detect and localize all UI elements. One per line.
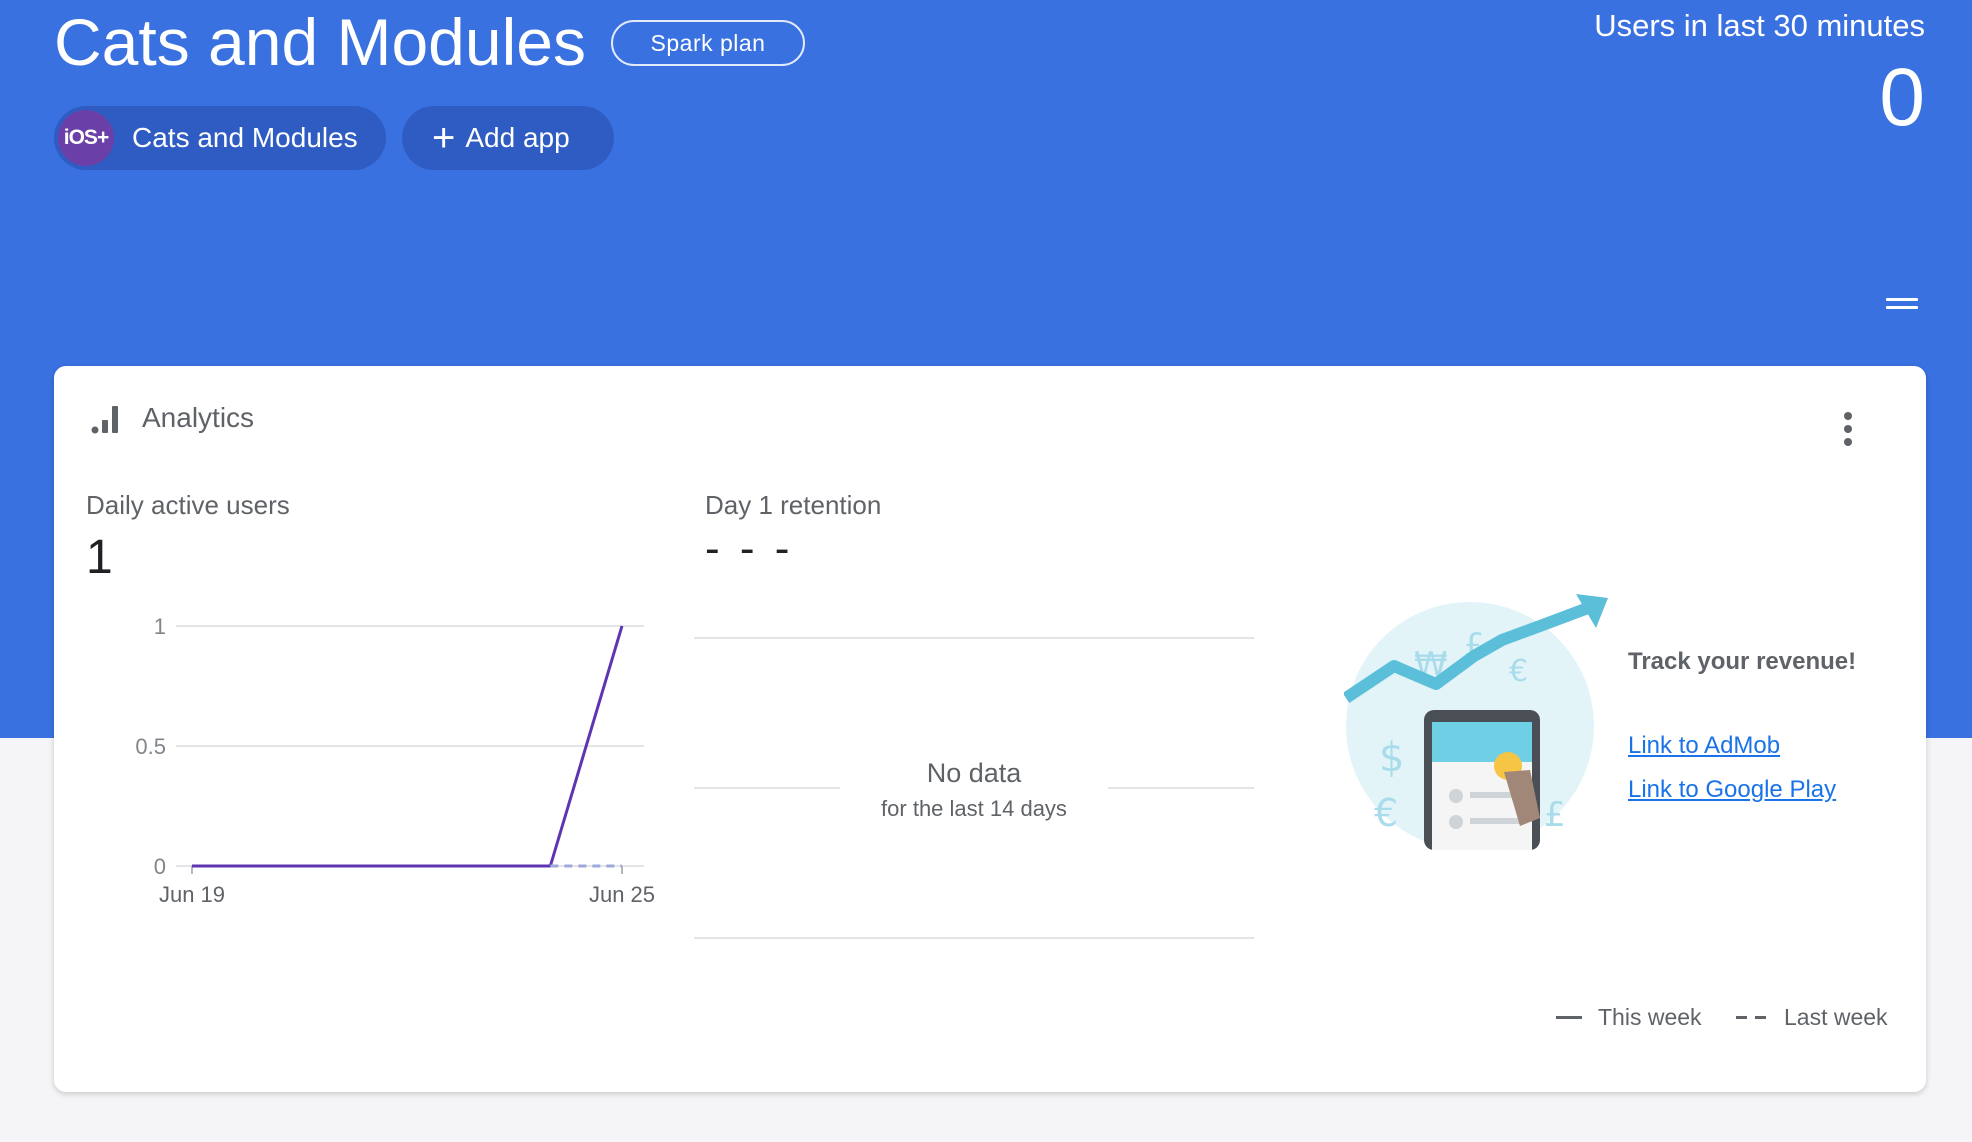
solid-line-swatch — [1556, 1016, 1582, 1019]
x-tick-label: Jun 25 — [589, 882, 655, 907]
dau-label: Daily active users — [86, 490, 290, 520]
legend-label: Last week — [1784, 1004, 1888, 1030]
revenue-illustration: ₩ £ € ¥ $ € £ — [1344, 594, 1608, 850]
svg-text:£: £ — [1544, 795, 1566, 835]
analytics-bars-icon — [91, 406, 118, 434]
y-tick-label: 1 — [154, 616, 166, 639]
no-data-title: No data — [926, 758, 1022, 788]
retention-chart-grid — [694, 637, 1254, 939]
no-data-subtitle: for the last 14 days — [881, 796, 1067, 821]
project-title: Cats and Modules — [54, 5, 586, 79]
card-title: Analytics — [142, 402, 255, 433]
more-vert-icon[interactable] — [1838, 412, 1858, 452]
ios-platform-icon: iOS+ — [58, 110, 114, 166]
y-tick-label: 0.5 — [135, 734, 166, 759]
x-tick-label: Jun 19 — [159, 882, 225, 907]
legend-label: This week — [1598, 1004, 1702, 1030]
dashed-line-swatch — [1736, 1016, 1768, 1019]
analytics-card: Analytics Daily active users 1 0 0.5 1 Jun … — [54, 366, 1926, 1092]
realtime-users-count: 0 — [1879, 52, 1925, 143]
y-tick-label: 0 — [154, 854, 166, 879]
realtime-users-label: Users in last 30 minutes — [1594, 8, 1925, 43]
add-app-label: Add app — [465, 122, 570, 153]
legend-this-week: This week — [1556, 1004, 1702, 1031]
app-chip-label: Cats and Modules — [132, 122, 358, 153]
app-chip-ios[interactable]: iOS+ Cats and Modules — [54, 106, 386, 170]
dau-line-chart: 0 0.5 1 Jun 19 Jun 25 — [135, 616, 655, 907]
plus-icon: + — [432, 116, 456, 160]
link-google-play[interactable]: Link to Google Play — [1628, 776, 1836, 804]
legend-last-week: Last week — [1736, 1004, 1888, 1031]
revenue-title: Track your revenue! — [1628, 648, 1857, 675]
svg-text:€: € — [1509, 654, 1528, 689]
dau-value: 1 — [86, 531, 113, 584]
retention-value: - - - — [705, 524, 794, 573]
svg-text:$: $ — [1379, 735, 1404, 781]
link-admob[interactable]: Link to AdMob — [1628, 732, 1780, 760]
plan-badge-button[interactable]: Spark plan — [611, 20, 805, 66]
retention-label: Day 1 retention — [705, 490, 882, 520]
svg-text:€: € — [1374, 791, 1398, 835]
drag-handle-icon[interactable] — [1886, 298, 1918, 312]
add-app-button[interactable]: + Add app — [402, 106, 614, 170]
